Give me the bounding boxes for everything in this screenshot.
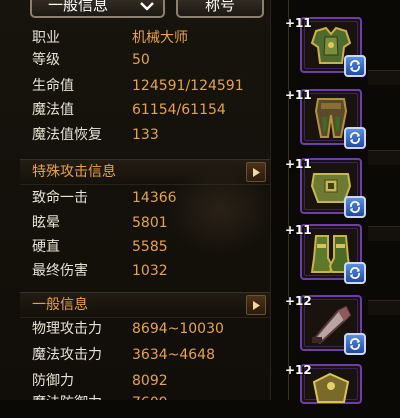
- stat-value: 124591/124591: [132, 78, 244, 94]
- stat-label: 等级: [32, 52, 60, 68]
- stat-row-level: 等级 50: [32, 49, 150, 71]
- equipment-slot-legs[interactable]: +11: [285, 88, 366, 149]
- general-info-section-header: 一般信息: [20, 292, 270, 318]
- stat-value: 50: [132, 52, 150, 68]
- stat-row-class: 职业 机械大师: [32, 27, 188, 49]
- stat-label: 物理攻击力: [32, 321, 102, 337]
- expand-arrow-button[interactable]: [246, 295, 266, 315]
- rail-notch: [368, 300, 400, 315]
- swap-icon: [350, 60, 360, 72]
- section-title: 一般信息: [32, 297, 88, 313]
- stat-row-defense: 防御力 8092: [32, 370, 168, 392]
- special-attack-section-header: 特殊攻击信息: [20, 159, 270, 185]
- rail-notch: [368, 226, 400, 241]
- stat-label: 魔法防御力: [32, 392, 132, 400]
- stat-label: 硬直: [32, 239, 60, 255]
- arrow-right-icon: [253, 301, 260, 310]
- equipment-slot-shoulder[interactable]: +12: [285, 363, 362, 404]
- swap-equipment-button[interactable]: [344, 262, 366, 284]
- swap-equipment-button[interactable]: [344, 55, 366, 77]
- stat-label: 最终伤害: [32, 263, 88, 279]
- stat-row-hit-stun: 硬直 5585: [32, 236, 168, 258]
- swap-equipment-button[interactable]: [344, 127, 366, 149]
- stat-row-mp-regen: 魔法值恢复 133: [32, 124, 159, 146]
- stat-label: 魔法值: [32, 102, 74, 118]
- stat-row-critical: 致命一击 14366: [32, 187, 177, 209]
- stat-value: 7609: [132, 395, 168, 400]
- stat-label: 职业: [32, 30, 60, 46]
- stat-value: 133: [132, 127, 159, 143]
- equipment-rail: [368, 0, 400, 400]
- swap-icon: [350, 338, 360, 350]
- arrow-right-icon: [253, 168, 260, 177]
- stat-row-magic-defense: 魔法防御力7609: [32, 392, 168, 400]
- info-type-dropdown[interactable]: 一般信息: [30, 0, 165, 18]
- equipment-slot-weapon[interactable]: +12: [285, 294, 366, 355]
- stat-value: 5585: [132, 239, 168, 255]
- stat-value: 14366: [132, 190, 177, 206]
- section-title: 特殊攻击信息: [32, 164, 116, 180]
- stat-label: 致命一击: [32, 190, 88, 206]
- swap-icon: [350, 267, 360, 279]
- swap-equipment-button[interactable]: [344, 196, 366, 218]
- stat-value: 1032: [132, 263, 168, 279]
- stat-label: 魔法值恢复: [32, 127, 102, 143]
- stat-value: 61154/61154: [132, 102, 226, 118]
- stat-label: 防御力: [32, 373, 74, 389]
- rail-notch: [368, 70, 400, 85]
- expand-arrow-button[interactable]: [246, 162, 266, 182]
- info-header: 一般信息 称号: [0, 0, 270, 22]
- title-button[interactable]: 称号: [176, 0, 264, 18]
- character-info-panel: 一般信息 称号 职业 机械大师 等级 50 生命值 124591/124591 魔法值…: [0, 0, 271, 400]
- stat-label: 眩晕: [32, 215, 60, 231]
- stat-row-stun: 眩晕 5801: [32, 212, 168, 234]
- swap-equipment-button[interactable]: [344, 333, 366, 355]
- stat-value: 机械大师: [132, 30, 188, 46]
- equipment-slot-boots[interactable]: +11: [285, 223, 366, 284]
- stat-value: 5801: [132, 215, 168, 231]
- equipment-column-divider: [288, 0, 289, 400]
- chevron-down-icon: [139, 0, 155, 11]
- info-type-dropdown-label: 一般信息: [48, 0, 109, 14]
- stat-value: 8694~10030: [132, 321, 224, 337]
- equipment-slot-chest[interactable]: +11: [285, 16, 366, 77]
- equipment-slot-belt[interactable]: +11: [285, 157, 366, 218]
- stat-label: 魔法攻击力: [32, 347, 102, 363]
- stat-row-final-damage: 最终伤害 1032: [32, 260, 168, 282]
- stat-label: 生命值: [32, 78, 74, 94]
- stat-value: 8092: [132, 373, 168, 389]
- stat-value: 3634~4648: [132, 347, 215, 363]
- swap-icon: [350, 201, 360, 213]
- title-button-label: 称号: [204, 0, 235, 14]
- stat-row-hp: 生命值 124591/124591: [32, 75, 244, 97]
- rail-notch: [368, 150, 400, 165]
- stat-row-magic-attack: 魔法攻击力 3634~4648: [32, 344, 215, 366]
- shoulder-armor-icon: [308, 372, 354, 414]
- stat-row-physical-attack: 物理攻击力 8694~10030: [32, 318, 224, 340]
- swap-icon: [350, 132, 360, 144]
- stat-row-mp: 魔法值 61154/61154: [32, 99, 226, 121]
